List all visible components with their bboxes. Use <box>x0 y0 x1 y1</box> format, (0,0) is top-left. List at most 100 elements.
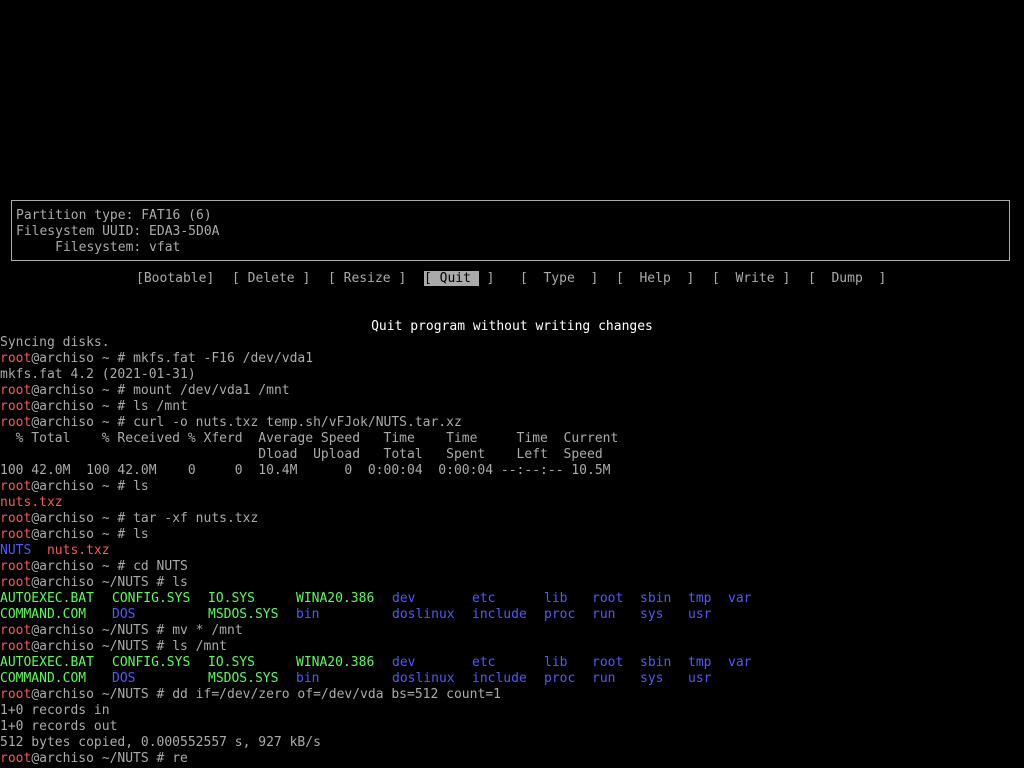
dir-entry: usr <box>688 607 712 622</box>
dir-entry: var <box>728 655 752 670</box>
terminal-line: 1+0 records out <box>0 719 118 734</box>
menu-write[interactable]: [ Write ] <box>712 271 790 287</box>
prompt-user: root <box>0 399 32 414</box>
terminal-line: 1+0 records in <box>0 703 110 718</box>
file-entry: AUTOEXEC.BAT <box>0 655 94 670</box>
dir-entry: include <box>472 607 527 622</box>
command-input[interactable]: re <box>172 751 188 766</box>
prompt-user: root <box>0 383 32 398</box>
curl-header-2: Dload Upload Total Spent Left Speed <box>0 447 603 462</box>
file-entry: nuts.txz <box>46 543 110 558</box>
command: mv * /mnt <box>172 623 243 638</box>
dir-entry: dev <box>392 591 416 606</box>
prompt-host: @archiso ~ # <box>31 511 134 526</box>
menu-delete[interactable]: [ Delete ] <box>232 271 310 287</box>
dir-entry: usr <box>688 671 712 686</box>
prompt-host: @archiso ~ # <box>31 399 134 414</box>
prompt-user: root <box>0 511 32 526</box>
dir-entry: tmp <box>688 655 712 670</box>
file-entry: CONFIG.SYS <box>112 655 191 670</box>
terminal-line: root@archiso ~/NUTS # ls <box>0 575 188 591</box>
dir-entry: bin <box>296 671 320 686</box>
command: cd NUTS <box>133 559 188 574</box>
ls-row: AUTOEXEC.BAT CONFIG.SYS IO.SYS WINA20.386 de… <box>0 655 1024 671</box>
prompt-user: root <box>0 559 32 574</box>
ls-row: AUTOEXEC.BAT CONFIG.SYS IO.SYS WINA20.386 de… <box>0 591 1024 607</box>
terminal-line: root@archiso ~/NUTS # dd if=/dev/zero of… <box>0 687 501 703</box>
terminal-line: root@archiso ~/NUTS # mv * /mnt <box>0 623 243 639</box>
file-entry: MSDOS.SYS <box>208 607 279 622</box>
dir-entry: root <box>592 655 624 670</box>
ls-row: COMMAND.COM DOS MSDOS.SYS bin doslinux includ… <box>0 671 1024 687</box>
command: tar -xf nuts.txz <box>133 511 259 526</box>
dir-entry: run <box>592 607 616 622</box>
menu-quit[interactable]: [ Quit ] <box>424 271 494 287</box>
menu-help[interactable]: [ Help ] <box>616 271 694 287</box>
dir-entry: tmp <box>688 591 712 606</box>
prompt-host: @archiso ~/NUTS # <box>31 623 173 638</box>
terminal-line: NUTS nuts.txz <box>0 543 110 559</box>
terminal-line: mkfs.fat 4.2 (2021-01-31) <box>0 367 196 382</box>
dir-entry: var <box>728 591 752 606</box>
dir-entry: sys <box>640 607 664 622</box>
prompt-host: @archiso ~/NUTS # <box>31 639 173 654</box>
file-entry: COMMAND.COM <box>0 671 87 686</box>
dir-entry: sbin <box>640 591 672 606</box>
prompt-user: root <box>0 687 32 702</box>
menu-quit-open: [ <box>424 271 432 286</box>
curl-header-1: % Total % Received % Xferd Average Speed… <box>0 431 619 446</box>
menu-resize[interactable]: [ Resize ] <box>328 271 406 287</box>
terminal-line: root@archiso ~ # mkfs.fat -F16 /dev/vda1 <box>0 351 313 367</box>
prompt-host: @archiso ~ # <box>31 479 134 494</box>
prompt-user: root <box>0 479 32 494</box>
prompt-user: root <box>0 415 32 430</box>
command: ls <box>133 479 149 494</box>
dir-entry: NUTS <box>0 543 32 558</box>
prompt-host: @archiso ~ # <box>31 527 134 542</box>
dir-entry: sys <box>640 671 664 686</box>
menu-quit-close: ] <box>486 271 495 286</box>
file-entry: CONFIG.SYS <box>112 591 191 606</box>
dir-entry: lib <box>544 655 568 670</box>
command: dd if=/dev/zero of=/dev/vda bs=512 count… <box>172 687 501 702</box>
dir-entry: doslinux <box>392 607 455 622</box>
prompt-host: @archiso ~/NUTS # <box>31 751 173 766</box>
file-entry: IO.SYS <box>208 655 255 670</box>
prompt-host: @archiso ~/NUTS # <box>31 687 173 702</box>
terminal-line: root@archiso ~ # ls <box>0 527 149 543</box>
dir-entry: dev <box>392 655 416 670</box>
ls-row: COMMAND.COM DOS MSDOS.SYS bin doslinux includ… <box>0 607 1024 623</box>
prompt-host: @archiso ~/NUTS # <box>31 575 173 590</box>
terminal-line: root@archiso ~ # tar -xf nuts.txz <box>0 511 258 527</box>
menu-bootable[interactable]: [Bootable] <box>136 271 214 287</box>
terminal-line: root@archiso ~ # ls /mnt <box>0 399 188 415</box>
prompt-user: root <box>0 575 32 590</box>
menu-dump[interactable]: [ Dump ] <box>808 271 886 287</box>
command: mount /dev/vda1 /mnt <box>133 383 290 398</box>
command: ls /mnt <box>133 399 188 414</box>
command: ls /mnt <box>172 639 227 654</box>
file-entry: MSDOS.SYS <box>208 671 279 686</box>
prompt-host: @archiso ~ # <box>31 415 134 430</box>
prompt-host: @archiso ~ # <box>31 383 134 398</box>
terminal-line: Syncing disks. <box>0 335 110 350</box>
terminal-line: root@archiso ~ # cd NUTS <box>0 559 188 575</box>
dir-entry: bin <box>296 607 320 622</box>
curl-progress: 100 42.0M 100 42.0M 0 0 10.4M 0 0:00:04 … <box>0 463 611 478</box>
dir-entry: proc <box>544 671 576 686</box>
file-entry: nuts.txz <box>0 495 63 510</box>
file-entry: AUTOEXEC.BAT <box>0 591 94 606</box>
dir-entry: proc <box>544 607 576 622</box>
command: curl -o nuts.txz temp.sh/vFJok/NUTS.tar.… <box>133 415 462 430</box>
terminal-line: 512 bytes copied, 0.000552557 s, 927 kB/… <box>0 735 321 750</box>
terminal-line: root@archiso ~/NUTS # ls /mnt <box>0 639 227 655</box>
menu-type[interactable]: [ Type ] <box>520 271 598 287</box>
prompt-user: root <box>0 751 32 766</box>
dir-entry: doslinux <box>392 671 455 686</box>
partition-type: Partition type: FAT16 (6) <box>16 208 212 223</box>
command: mkfs.fat -F16 /dev/vda1 <box>133 351 314 366</box>
dir-entry: DOS <box>112 607 136 622</box>
dir-entry: lib <box>544 591 568 606</box>
partition-info-box: Partition type: FAT16 (6) Filesystem UUI… <box>11 200 1010 261</box>
dir-entry: etc <box>472 655 496 670</box>
